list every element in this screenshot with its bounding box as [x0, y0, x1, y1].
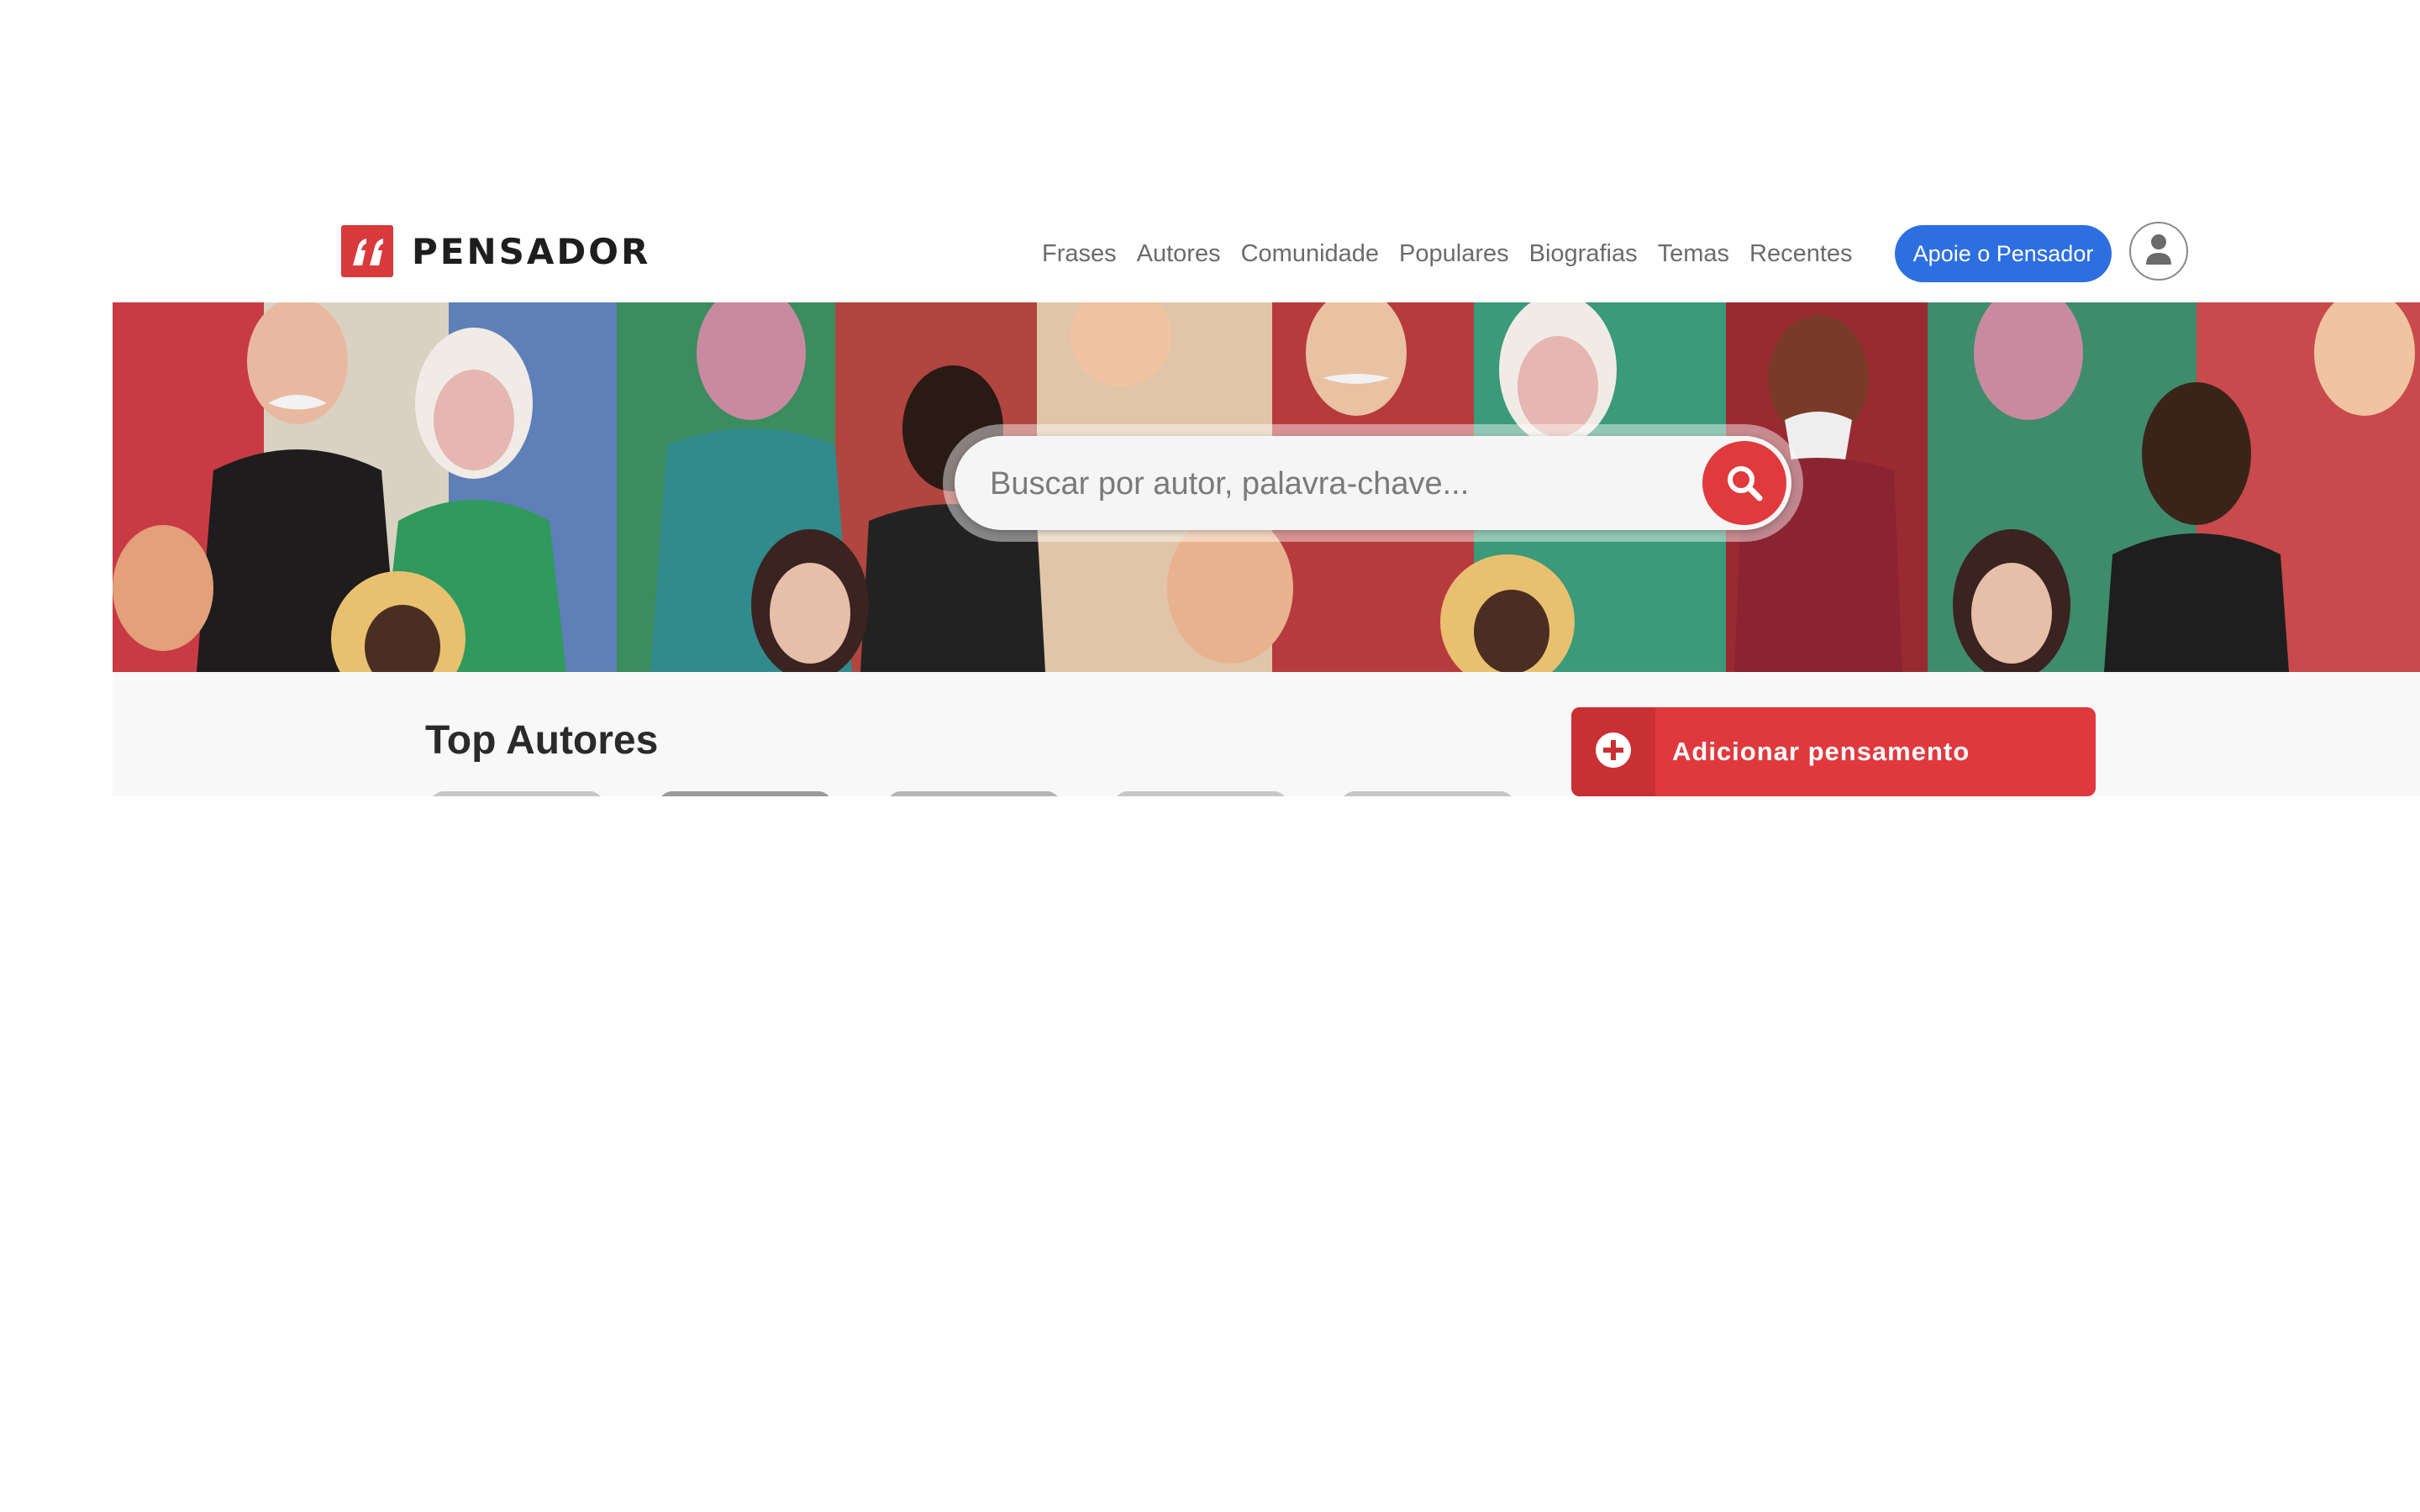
main-nav: Frases Autores Comunidade Populares Biog… [1042, 228, 1873, 279]
quote-logo-icon [341, 225, 393, 277]
nav-item-populares[interactable]: Populares [1399, 240, 1509, 268]
main-content: Top Autores Adicionar pensamento [113, 672, 2420, 796]
hero-banner [113, 302, 2420, 672]
support-button[interactable]: Apoie o Pensador [1895, 225, 2112, 282]
add-thought-label: Adicionar pensamento [1672, 737, 1970, 766]
site-header: PENSADOR Frases Autores Comunidade Popul… [0, 217, 2420, 301]
nav-item-comunidade[interactable]: Comunidade [1241, 240, 1379, 268]
search-button[interactable] [1702, 441, 1786, 525]
author-card[interactable] [1114, 791, 1287, 796]
add-thought-button[interactable]: Adicionar pensamento [1571, 707, 2096, 796]
author-card[interactable] [430, 791, 603, 796]
nav-item-biografias[interactable]: Biografias [1529, 240, 1638, 268]
search-icon [1725, 464, 1764, 502]
nav-item-temas[interactable]: Temas [1658, 240, 1729, 268]
add-icon-box [1571, 707, 1655, 796]
search-container [943, 424, 1803, 542]
logo[interactable]: PENSADOR [341, 225, 650, 277]
brand-name: PENSADOR [412, 230, 651, 272]
plus-circle-icon [1594, 731, 1633, 774]
search-input[interactable] [988, 453, 1689, 515]
author-card[interactable] [887, 791, 1060, 796]
nav-item-autores[interactable]: Autores [1137, 240, 1221, 268]
nav-item-frases[interactable]: Frases [1042, 240, 1117, 268]
nav-item-recentes[interactable]: Recentes [1749, 240, 1853, 268]
search-box [955, 436, 1791, 530]
author-card[interactable] [659, 791, 832, 796]
section-title-top-autores: Top Autores [425, 718, 659, 763]
user-icon [2144, 233, 2173, 270]
author-card[interactable] [1341, 791, 1514, 796]
user-account-button[interactable] [2129, 222, 2188, 281]
